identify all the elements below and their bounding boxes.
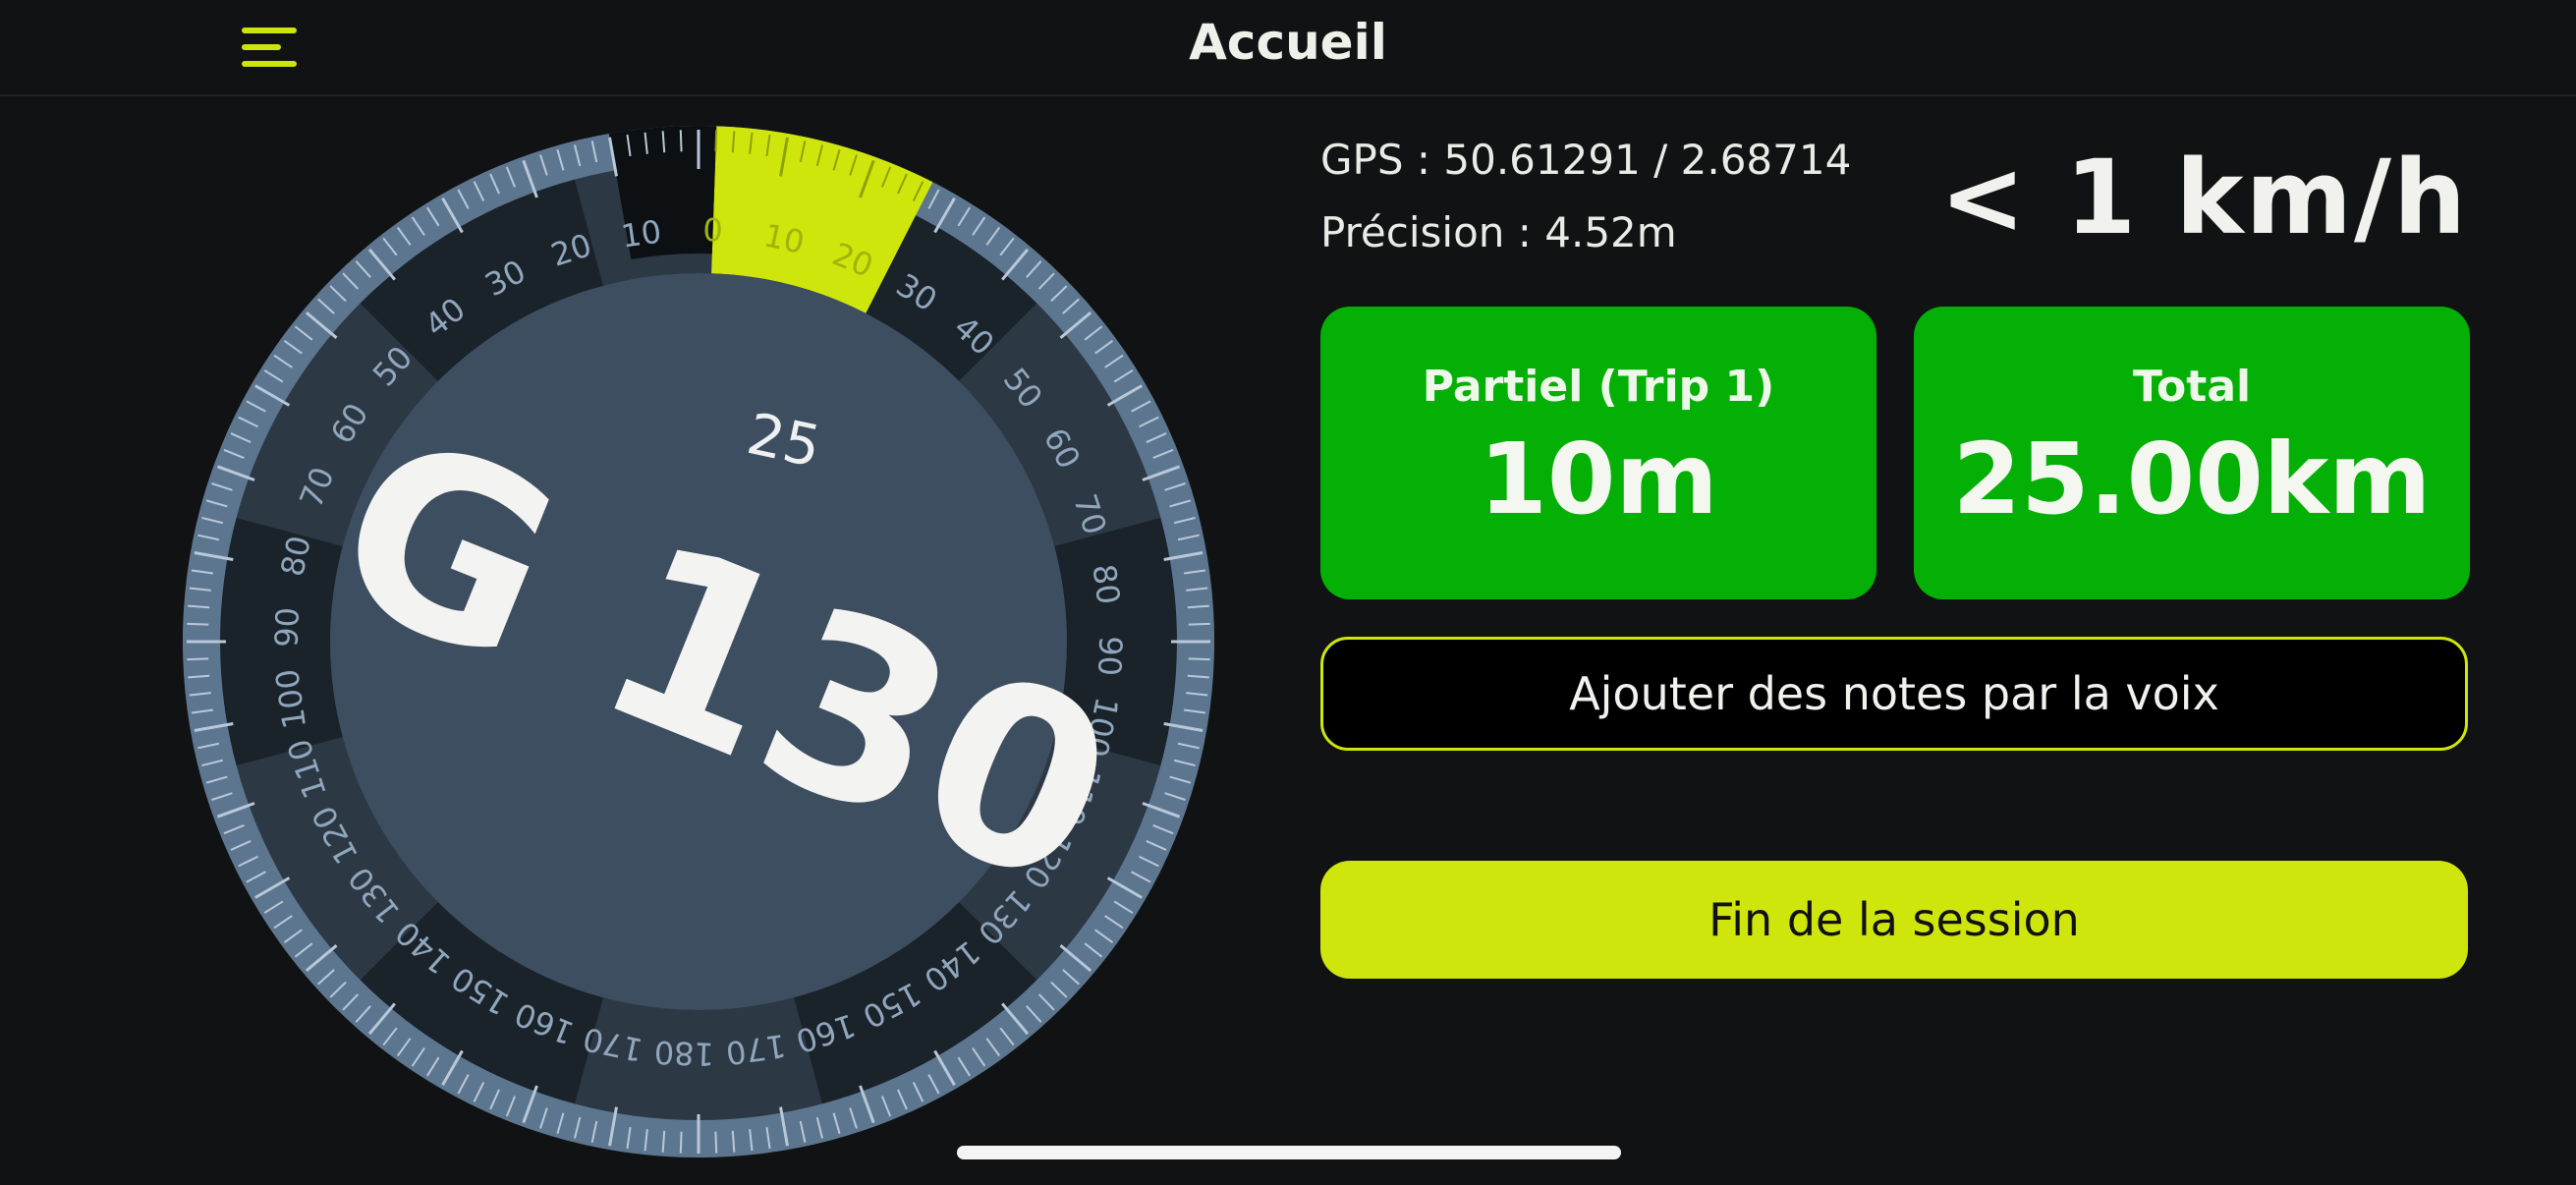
gps-coordinates: GPS : 50.61291 / 2.68714 bbox=[1320, 136, 1852, 184]
partial-trip-value: 10m bbox=[1479, 422, 1718, 536]
dial-tick bbox=[679, 130, 683, 152]
total-distance-card[interactable]: Total 25.00km bbox=[1914, 307, 2470, 599]
dial-tick bbox=[714, 130, 718, 152]
road-dial[interactable]: 0 10 2030405060708090100110120130140150160… bbox=[183, 126, 1214, 1157]
home-indicator[interactable] bbox=[957, 1146, 1621, 1159]
gps-precision: Précision : 4.52m bbox=[1320, 208, 1677, 256]
top-bar: Accueil bbox=[0, 0, 2576, 96]
dial-label: 180 bbox=[653, 1034, 714, 1073]
total-distance-value: 25.00km bbox=[1952, 422, 2432, 536]
page-title: Accueil bbox=[1189, 14, 1387, 71]
voice-notes-button[interactable]: Ajouter des notes par la voix bbox=[1320, 637, 2468, 751]
dial-tick bbox=[187, 657, 209, 661]
dial-tick bbox=[1188, 622, 1210, 626]
dial-tick bbox=[1188, 657, 1210, 661]
dial-tick bbox=[714, 1131, 718, 1154]
dial-label: 10 bbox=[619, 212, 664, 254]
dial-label: 0 bbox=[702, 211, 724, 250]
partial-trip-label: Partiel (Trip 1) bbox=[1422, 362, 1775, 412]
dial-tick bbox=[679, 1131, 683, 1154]
partial-trip-card[interactable]: Partiel (Trip 1) 10m bbox=[1320, 307, 1876, 599]
total-distance-label: Total bbox=[2132, 362, 2252, 412]
speed-readout: < 1 km/h bbox=[1939, 138, 2468, 257]
dial-label: 80 bbox=[1085, 562, 1127, 607]
end-session-button[interactable]: Fin de la session bbox=[1320, 861, 2468, 979]
dial-tick bbox=[187, 622, 209, 626]
